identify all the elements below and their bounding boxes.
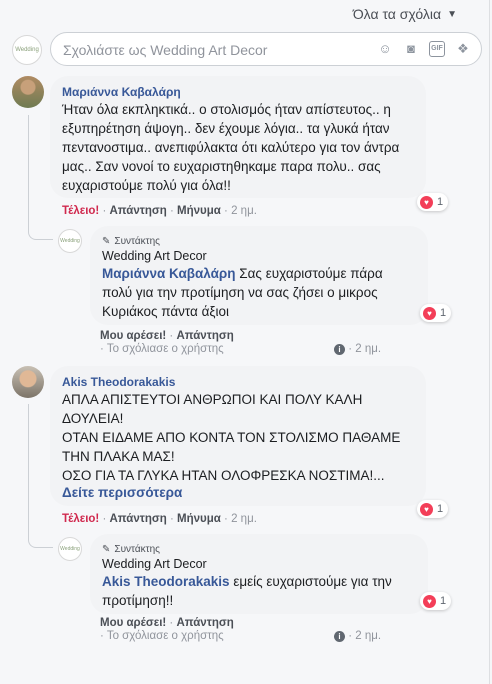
reaction-count[interactable]: ♥ 1 xyxy=(417,500,449,518)
sort-dropdown[interactable]: Όλα τα σχόλια ▼ xyxy=(353,6,457,22)
seen-text: Το σχόλιασε ο χρήστης xyxy=(106,343,224,355)
reply-actions: Μου αρέσει! · Απάντηση xyxy=(100,617,234,629)
page-avatar[interactable]: Wedding xyxy=(58,229,82,253)
comment-author[interactable]: Akis Theodorakakis xyxy=(62,374,414,390)
reply-time[interactable]: 2 ημ. xyxy=(355,630,381,642)
reply-button[interactable]: Απάντηση xyxy=(176,330,233,342)
avatar[interactable] xyxy=(12,76,44,108)
smiley-icon[interactable]: ☺ xyxy=(377,41,393,57)
info-icon[interactable]: i xyxy=(334,631,345,642)
comment-bubble: Akis Theodorakakis ΑΠΛΑ ΑΠΙΣΤΕΥΤΟΙ ΑΝΘΡΩ… xyxy=(50,366,426,506)
chevron-down-icon: ▼ xyxy=(447,8,457,20)
comment-author[interactable]: Μαριάννα Καβαλάρη xyxy=(62,84,414,100)
avatar[interactable] xyxy=(12,366,44,398)
reaction-button[interactable]: Τέλειο! xyxy=(62,513,99,525)
sort-label: Όλα τα σχόλια xyxy=(352,6,442,22)
thread-line xyxy=(28,115,53,240)
like-button[interactable]: Μου αρέσει! xyxy=(100,330,166,342)
see-more-link[interactable]: Δείτε περισσότερα xyxy=(62,485,414,500)
reply-actions: Μου αρέσει! · Απάντηση xyxy=(100,330,234,342)
reaction-number: 1 xyxy=(437,503,444,515)
reply-time[interactable]: 2 ημ. xyxy=(355,343,381,355)
tagged-user[interactable]: Μαριάννα Καβαλάρη xyxy=(102,266,236,281)
reaction-number: 1 xyxy=(437,196,444,208)
comment-composer: Wedding Σχολιάστε ως Wedding Art Decor ☺… xyxy=(8,31,482,69)
reaction-count[interactable]: ♥ 1 xyxy=(420,304,452,322)
reply-meta: · Το σχόλιασε ο χρήστης xyxy=(100,630,224,642)
page-avatar[interactable]: Wedding xyxy=(58,537,82,561)
info-icon[interactable]: i xyxy=(334,344,345,355)
heart-icon: ♥ xyxy=(420,502,433,516)
reply-author[interactable]: Wedding Art Decor xyxy=(102,248,416,264)
badge-label: Συντάκτης xyxy=(114,235,160,247)
author-badge: ✎ Συντάκτης xyxy=(102,234,416,248)
camera-icon[interactable]: ◙ xyxy=(403,41,419,57)
comments-panel: Όλα τα σχόλια ▼ Wedding Σχολιάστε ως Wed… xyxy=(0,0,490,684)
reply-bubble: ✎ Συντάκτης Wedding Art Decor Akis Theodo… xyxy=(90,534,428,614)
reply-button[interactable]: Απάντηση xyxy=(176,617,233,629)
gif-icon[interactable]: GIF xyxy=(429,41,445,57)
pencil-icon: ✎ xyxy=(102,543,111,555)
comment-time[interactable]: 2 ημ. xyxy=(231,205,257,217)
comment-input-placeholder: Σχολιάστε ως Wedding Art Decor xyxy=(63,42,268,58)
comment-input[interactable]: Σχολιάστε ως Wedding Art Decor ☺ ◙ GIF ❖ xyxy=(50,32,482,66)
comment-time[interactable]: 2 ημ. xyxy=(231,513,257,525)
pencil-icon: ✎ xyxy=(102,235,111,247)
reaction-button[interactable]: Τέλειο! xyxy=(62,205,99,217)
heart-icon: ♥ xyxy=(423,306,436,320)
seen-text: Το σχόλιασε ο χρήστης xyxy=(106,630,224,642)
reply-author[interactable]: Wedding Art Decor xyxy=(102,556,416,572)
thread-line xyxy=(28,404,53,548)
heart-icon: ♥ xyxy=(420,195,433,209)
tagged-user[interactable]: Akis Theodorakakis xyxy=(102,574,230,589)
like-button[interactable]: Μου αρέσει! xyxy=(100,617,166,629)
message-button[interactable]: Μήνυμα xyxy=(177,205,221,217)
reply-bubble: ✎ Συντάκτης Wedding Art Decor Μαριάννα Κα… xyxy=(90,226,428,325)
comment-text: Ήταν όλα εκπληκτικά.. ο στολισμός ήταν α… xyxy=(62,102,400,193)
page-avatar: Wedding xyxy=(12,35,42,65)
reply-button[interactable]: Απάντηση xyxy=(110,513,167,525)
reaction-count[interactable]: ♥ 1 xyxy=(420,592,452,610)
author-badge: ✎ Συντάκτης xyxy=(102,542,416,556)
badge-label: Συντάκτης xyxy=(114,543,160,555)
reaction-number: 1 xyxy=(440,595,447,607)
avatar-logo-text: Wedding xyxy=(15,47,39,53)
composer-icons: ☺ ◙ GIF ❖ xyxy=(377,41,471,57)
comment-bubble: Μαριάννα Καβαλάρη Ήταν όλα εκπληκτικά.. … xyxy=(50,76,426,198)
reply-time-meta: i · 2 ημ. xyxy=(334,343,381,355)
comment-actions: Τέλειο! · Απάντηση · Μήνυμα · 2 ημ. xyxy=(62,513,257,525)
comment-actions: Τέλειο! · Απάντηση · Μήνυμα · 2 ημ. xyxy=(62,205,257,217)
reaction-count[interactable]: ♥ 1 xyxy=(417,193,449,211)
sticker-icon[interactable]: ❖ xyxy=(455,41,471,57)
reply-button[interactable]: Απάντηση xyxy=(110,205,167,217)
message-button[interactable]: Μήνυμα xyxy=(177,513,221,525)
reaction-number: 1 xyxy=(440,307,447,319)
heart-icon: ♥ xyxy=(423,594,436,608)
comment-text: ΑΠΛΑ ΑΠΙΣΤΕΥΤΟΙ ΑΝΘΡΩΠΟΙ ΚΑΙ ΠΟΛΥ ΚΑΛΗ Δ… xyxy=(62,392,401,483)
reply-meta: · Το σχόλιασε ο χρήστης xyxy=(100,343,224,355)
reply-time-meta: i · 2 ημ. xyxy=(334,630,381,642)
